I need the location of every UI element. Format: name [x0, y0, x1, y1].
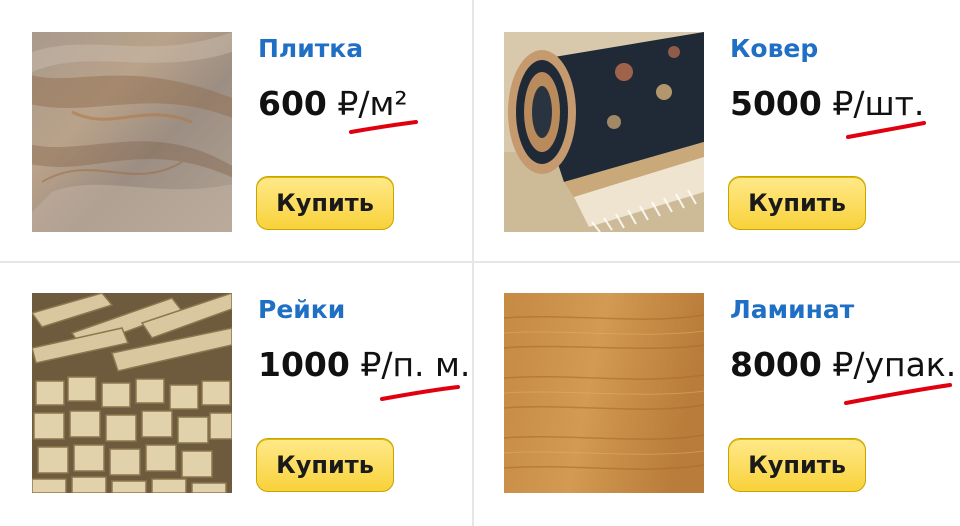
product-title[interactable]: Рейки: [258, 295, 345, 324]
buy-button[interactable]: Купить: [256, 438, 394, 492]
product-title[interactable]: Плитка: [258, 34, 363, 63]
laminate-image[interactable]: [504, 293, 704, 493]
product-price: 1000 ₽/п. м.: [258, 345, 470, 385]
buy-button[interactable]: Купить: [728, 176, 866, 230]
price-unit: ₽/п. м.: [360, 345, 471, 384]
price-amount: 600: [258, 84, 327, 123]
red-underline-mark: [380, 385, 460, 401]
red-underline-mark: [349, 120, 418, 134]
price-amount: 5000: [730, 84, 822, 123]
product-card-tile: Плитка 600 ₽/м² Купить: [0, 0, 472, 262]
buy-button[interactable]: Купить: [728, 438, 866, 492]
product-card-carpet: Ковер 5000 ₽/шт. Купить: [474, 0, 946, 262]
slats-image[interactable]: [32, 293, 232, 493]
price-amount: 8000: [730, 345, 822, 384]
buy-button[interactable]: Купить: [256, 176, 394, 230]
price-amount: 1000: [258, 345, 350, 384]
product-card-slats: Рейки 1000 ₽/п. м. Купить: [0, 263, 472, 525]
product-grid: Плитка 600 ₽/м² Купить Ковер 5000 ₽/шт. …: [0, 0, 960, 526]
red-underline-mark: [844, 383, 952, 405]
carpet-image[interactable]: [504, 32, 704, 232]
product-title[interactable]: Ковер: [730, 34, 818, 63]
product-card-laminate: Ламинат 8000 ₽/упак. Купить: [474, 263, 956, 525]
tile-image[interactable]: [32, 32, 232, 232]
product-title[interactable]: Ламинат: [730, 295, 854, 324]
red-underline-mark: [846, 121, 926, 139]
